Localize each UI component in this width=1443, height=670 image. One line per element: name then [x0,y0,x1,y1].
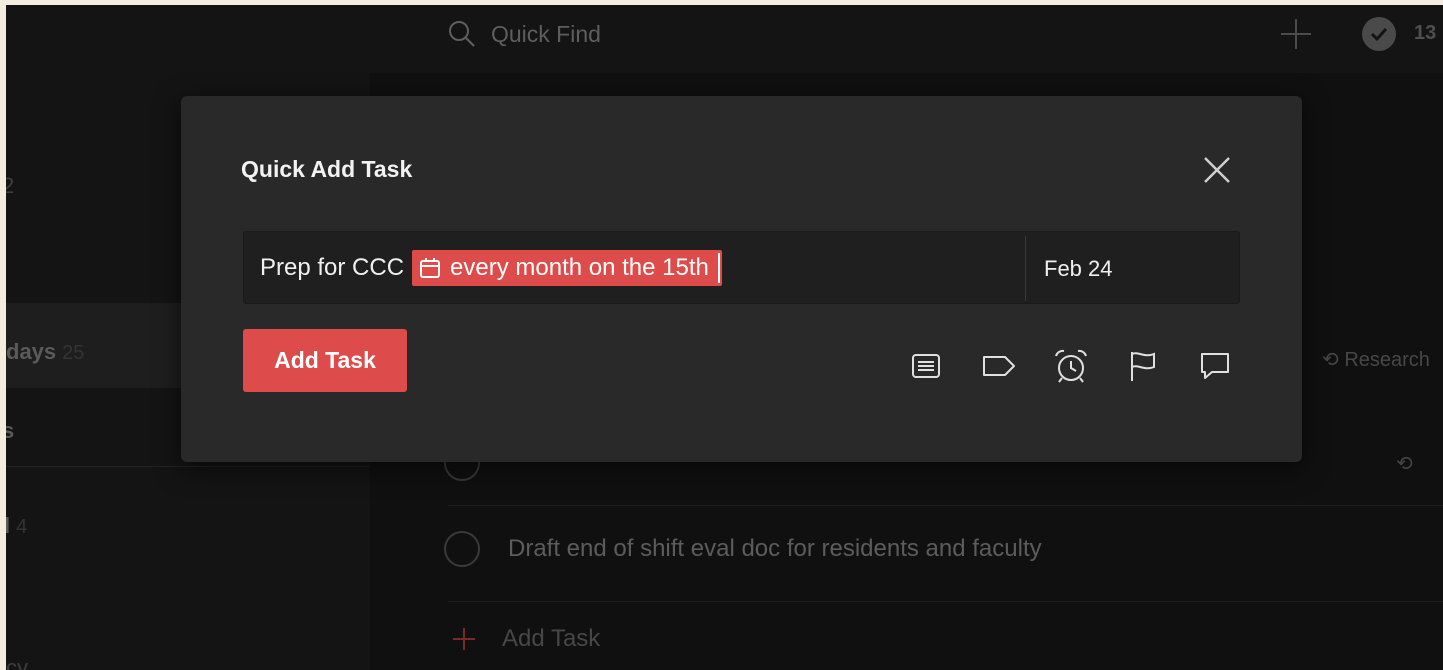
comment-list-icon[interactable] [906,346,946,386]
productivity-check-icon[interactable] [1362,17,1396,51]
sidebar-item-projects[interactable]: s [6,418,14,444]
alarm-clock-icon[interactable] [1051,346,1091,386]
quick-find-search[interactable]: Quick Find [447,19,747,49]
repeat-icon: ⟲ [1396,453,1413,475]
recurring-date-text: every month on the 15th [450,254,709,281]
flag-icon[interactable] [1123,346,1163,386]
comment-icon[interactable] [1195,346,1235,386]
task-checkbox[interactable] [444,531,480,567]
close-icon[interactable] [1201,154,1233,186]
divider [448,505,1443,506]
top-bar: Quick Find 13 [6,5,1443,73]
plus-icon [452,627,476,651]
divider [6,466,370,467]
search-icon [447,19,477,49]
dialog-title: Quick Add Task [241,156,413,182]
add-task-label: Add Task [502,625,601,652]
add-icon[interactable] [1279,17,1313,51]
add-task-inline[interactable]: Add Task [452,625,600,653]
sidebar-item-project-2[interactable]: cy [6,655,28,670]
sidebar-item-next-days[interactable]: days 25 [6,339,84,365]
task-input-field[interactable]: Prep for CCC every month on the 15th Feb… [243,231,1240,304]
task-input-text[interactable]: Prep for CCC every month on the 15th [260,250,722,286]
sidebar-item-project[interactable]: l4 [6,513,27,539]
quick-add-task-dialog: Quick Add Task Prep for CCC every month … [181,96,1302,462]
calendar-icon [418,256,442,280]
text-cursor [717,253,720,283]
search-placeholder: Quick Find [491,20,601,47]
task-title[interactable]: Draft end of shift eval doc for resident… [508,535,1042,563]
divider [1025,236,1026,301]
karma-count: 13 [1414,22,1437,44]
due-date-field[interactable]: Feb 24 [1044,256,1113,282]
task-project-label: ⟲ Research [1322,349,1430,371]
recurring-date-highlight[interactable]: every month on the 15th [412,250,722,286]
add-task-button[interactable]: Add Task [243,329,407,392]
repeat-icon: ⟲ [1322,349,1345,371]
task-input-value: Prep for CCC [260,254,405,281]
divider [448,601,1443,602]
label-icon[interactable] [979,346,1019,386]
sidebar-item[interactable]: 2 [6,173,14,199]
